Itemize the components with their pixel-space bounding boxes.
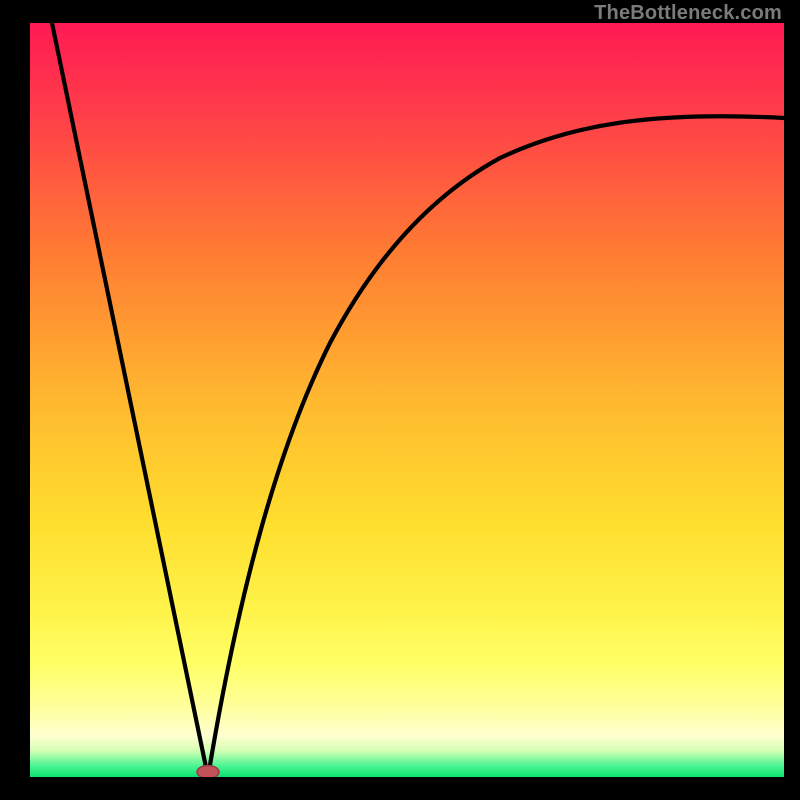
watermark-text: TheBottleneck.com (594, 2, 782, 25)
curve-right-branch (208, 116, 784, 777)
curve-left-branch (52, 23, 208, 777)
chart-frame: TheBottleneck.com (0, 0, 800, 800)
plot-area (30, 23, 784, 777)
minimum-marker (197, 766, 219, 778)
bottleneck-curve (30, 23, 784, 777)
